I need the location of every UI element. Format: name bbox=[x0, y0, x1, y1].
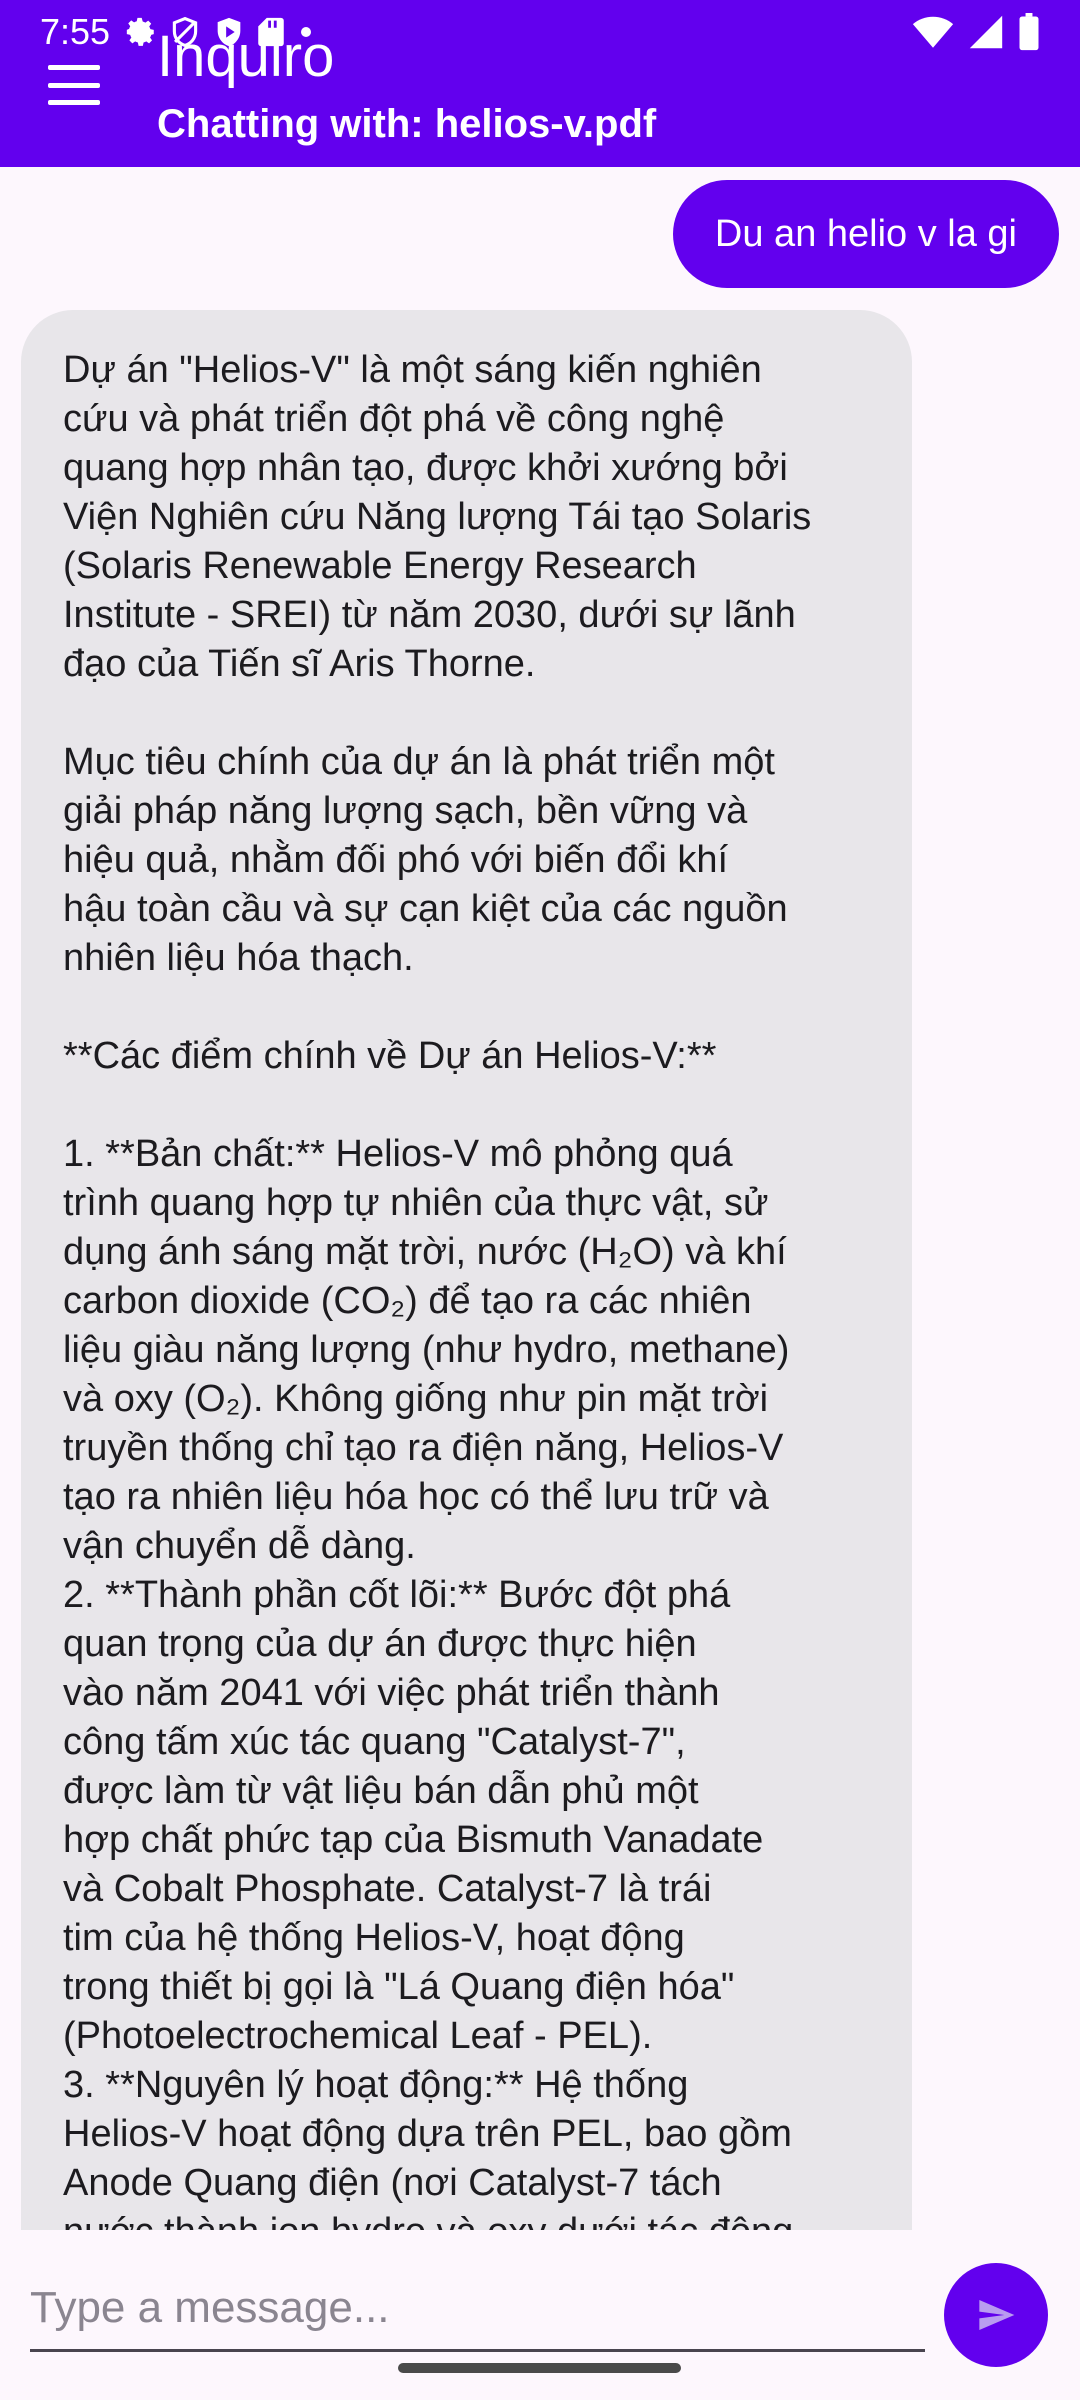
bot-message-line: tim của hệ thống Helios-V, hoạt động bbox=[63, 1917, 685, 1959]
bot-message-line: liệu giàu năng lượng (như hydro, methane… bbox=[63, 1329, 790, 1371]
bot-message-line: dụng ánh sáng mặt trời, nước (H₂O) và kh… bbox=[63, 1231, 787, 1273]
signal-icon bbox=[969, 15, 1003, 49]
bot-message-line: giải pháp năng lượng sạch, bền vững và bbox=[63, 790, 748, 832]
bot-message-line: Viện Nghiên cứu Năng lượng Tái tạo Solar… bbox=[63, 496, 812, 538]
menu-bar-line bbox=[48, 82, 100, 88]
bot-message-line: hợp chất phức tạp của Bismuth Vanadate bbox=[63, 1819, 764, 1861]
gear-icon bbox=[126, 17, 154, 46]
bot-message-line: 1. **Bản chất:** Helios-V mô phỏng quá bbox=[63, 1133, 733, 1175]
chat-subtitle: Chatting with: helios-v.pdf bbox=[157, 102, 657, 146]
bot-message-line: đạo của Tiến sĩ Aris Thorne. bbox=[63, 643, 536, 685]
top-app-bar: 7:55 Inquiro Chatting with: helios-v.pdf bbox=[0, 0, 1080, 167]
status-time: 7:55 bbox=[40, 11, 111, 52]
bot-message-line: Anode Quang điện (nơi Catalyst-7 tách bbox=[63, 2162, 722, 2204]
battery-icon bbox=[1019, 13, 1039, 51]
send-icon bbox=[979, 2300, 1015, 2330]
bot-message-line: hiệu quả, nhằm đối phó với biến đổi khí bbox=[63, 839, 729, 881]
bot-message-bubble: Dự án "Helios-V" là một sáng kiến nghiên… bbox=[21, 310, 912, 2230]
menu-bar-line bbox=[48, 100, 100, 105]
bot-message-line: trình quang hợp tự nhiên của thực vật, s… bbox=[63, 1182, 769, 1224]
bot-message-line: hậu toàn cầu và sự cạn kiệt của các nguồ… bbox=[63, 888, 788, 930]
bot-message-line: Dự án "Helios-V" là một sáng kiến nghiên bbox=[63, 349, 762, 391]
bot-message-line: carbon dioxide (CO₂) để tạo ra các nhiên bbox=[63, 1280, 752, 1322]
bot-message-line: nước thành ion hydro và oxy dưới tác độn… bbox=[63, 2208, 882, 2230]
bot-message-line: vào năm 2041 với việc phát triển thành bbox=[63, 1672, 720, 1714]
bot-message-line: Mục tiêu chính của dự án là phát triển m… bbox=[63, 741, 775, 783]
bot-message-line: 2. **Thành phần cốt lõi:** Bước đột phá bbox=[63, 1574, 731, 1616]
bot-message-line: và oxy (O₂). Không giống như pin mặt trờ… bbox=[63, 1378, 769, 1420]
bot-message-line: Helios-V hoạt động dựa trên PEL, bao gồm bbox=[63, 2113, 792, 2155]
chat-message-list[interactable]: Du an helio v la gi Dự án "Helios-V" là … bbox=[0, 167, 1080, 2230]
status-icons-right bbox=[912, 12, 1040, 52]
bot-message-line: (Solaris Renewable Energy Research bbox=[63, 545, 697, 587]
bot-message-line: **Các điểm chính về Dự án Helios-V:** bbox=[63, 1035, 717, 1077]
user-message-bubble: Du an helio v la gi bbox=[672, 180, 1059, 288]
bot-message-line: quang hợp nhân tạo, được khởi xướng bởi bbox=[63, 447, 788, 489]
bot-message-line: truyền thống chỉ tạo ra điện năng, Helio… bbox=[63, 1427, 784, 1469]
gesture-home-indicator[interactable] bbox=[398, 2363, 681, 2373]
bot-message-line: và Cobalt Phosphate. Catalyst-7 là trái bbox=[63, 1868, 712, 1910]
bot-message-line: quan trọng của dự án được thực hiện bbox=[63, 1623, 697, 1665]
message-composer bbox=[0, 2230, 1080, 2400]
bot-message-line: công tấm xúc tác quang "Catalyst-7", bbox=[63, 1721, 686, 1763]
message-input[interactable] bbox=[30, 2266, 925, 2352]
bot-message-line bbox=[63, 983, 882, 1032]
wifi-icon bbox=[912, 16, 954, 48]
bot-message-line: cứu và phát triển đột phá về công nghệ bbox=[63, 398, 725, 440]
bot-message-line bbox=[63, 1081, 882, 1130]
menu-bar-line bbox=[48, 65, 100, 70]
hamburger-menu-icon[interactable] bbox=[44, 60, 104, 110]
bot-message-line: 3. **Nguyên lý hoạt động:** Hệ thống bbox=[63, 2064, 689, 2106]
app-title: Inquiro bbox=[157, 24, 335, 89]
bot-message-line: trong thiết bị gọi là "Lá Quang điện hóa… bbox=[63, 1966, 735, 2008]
bot-message-line: nhiên liệu hóa thạch. bbox=[63, 937, 414, 979]
bot-message-line: được làm từ vật liệu bán dẫn phủ một bbox=[63, 1770, 699, 1812]
send-button[interactable] bbox=[944, 2263, 1048, 2367]
bot-message-line: tạo ra nhiên liệu hóa học có thể lưu trữ… bbox=[63, 1476, 769, 1518]
bot-message-line: (Photoelectrochemical Leaf - PEL). bbox=[63, 2015, 653, 2057]
bot-message-line bbox=[63, 689, 882, 738]
bot-message-line: vận chuyển dễ dàng. bbox=[63, 1525, 416, 1567]
bot-message-line: Institute - SREI) từ năm 2030, dưới sự l… bbox=[63, 594, 796, 636]
